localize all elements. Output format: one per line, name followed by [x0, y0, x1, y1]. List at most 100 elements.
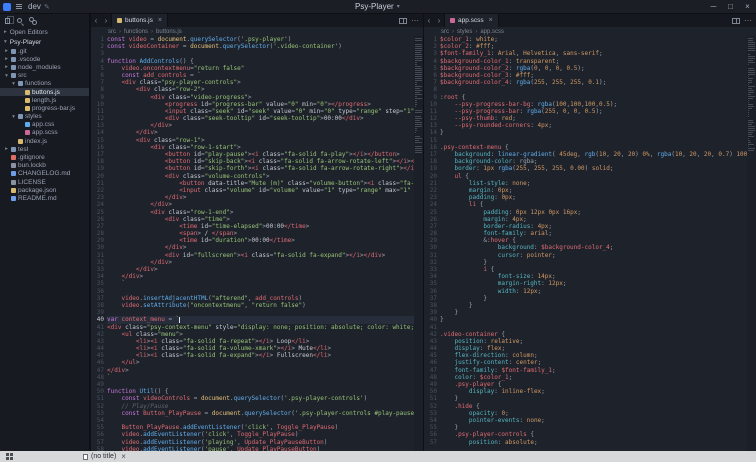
- folder-icon: [11, 64, 16, 70]
- search-icon[interactable]: [17, 18, 22, 23]
- tab-close-icon[interactable]: ×: [158, 17, 162, 24]
- document-icon: [83, 453, 88, 460]
- tree-file-index.js[interactable]: index.js: [0, 137, 89, 145]
- md-file-icon: [11, 171, 16, 177]
- tree-folder-styles[interactable]: ▾ styles: [0, 113, 89, 121]
- nav-back-icon[interactable]: ‹: [91, 14, 101, 27]
- chevron-right-icon: ▸: [5, 56, 8, 63]
- open-editors-header[interactable]: ▸ Open Editors: [0, 27, 89, 37]
- breadcrumb-item[interactable]: styles: [457, 29, 472, 35]
- more-actions-icon[interactable]: ⋯: [411, 16, 419, 25]
- tree-file-bun.lockb[interactable]: bun.lockb: [0, 162, 89, 170]
- tree-folder-node_modules[interactable]: ▸ node_modules: [0, 63, 89, 71]
- split-editor-icon[interactable]: [732, 17, 740, 24]
- folder-icon: [18, 114, 23, 120]
- files-icon[interactable]: [5, 15, 14, 24]
- nav-forward-icon[interactable]: ›: [434, 14, 444, 27]
- tree-folder-src[interactable]: ▾ src: [0, 72, 89, 80]
- panel-close-icon[interactable]: ×: [121, 452, 126, 461]
- breadcrumb-item[interactable]: src: [441, 29, 449, 35]
- js-file-icon: [25, 89, 30, 95]
- split-editor-icon[interactable]: [399, 17, 407, 24]
- tree-file-LICENSE[interactable]: LICENSE: [0, 178, 89, 186]
- source-control-icon[interactable]: [29, 16, 37, 25]
- tab-buttons-js[interactable]: buttons.js ×: [111, 14, 168, 27]
- breadcrumb[interactable]: src › styles › app.scss: [424, 27, 756, 36]
- code-editor-buttons-js[interactable]: const video = document.querySelector('.p…: [107, 36, 414, 451]
- tree-item-label: .vscode: [18, 55, 41, 63]
- tree-file-README.md[interactable]: README.md: [0, 194, 89, 202]
- js-file-icon: [25, 97, 30, 103]
- js-file-icon: [25, 105, 30, 111]
- project-root-label: Psy-Player: [9, 38, 42, 46]
- tree-item-label: length.js: [32, 96, 57, 104]
- tree-item-label: package.json: [18, 186, 57, 194]
- nav-forward-icon[interactable]: ›: [101, 14, 111, 27]
- tree-file-.gitignore[interactable]: .gitignore: [0, 153, 89, 161]
- minimap[interactable]: [414, 36, 423, 451]
- panel-tab-no-title[interactable]: (no title) ×: [83, 452, 126, 461]
- nav-back-icon[interactable]: ‹: [424, 14, 434, 27]
- breadcrumb-item[interactable]: buttons.js: [156, 29, 182, 35]
- tree-folder-test[interactable]: ▸ test: [0, 145, 89, 153]
- folder-icon: [11, 56, 16, 62]
- tree-file-package.json[interactable]: package.json: [0, 186, 89, 194]
- window-title[interactable]: Psy-Player ▾: [50, 2, 705, 11]
- menu-icon[interactable]: [16, 3, 22, 10]
- tree-file-app.scss[interactable]: app.scss: [0, 129, 89, 137]
- chevron-right-icon: ▸: [4, 29, 7, 35]
- chevron-down-icon: ▾: [5, 72, 8, 79]
- folder-icon: [11, 73, 16, 79]
- tree-file-CHANGELOG.md[interactable]: CHANGELOG.md: [0, 170, 89, 178]
- breadcrumb-item[interactable]: app.scss: [480, 29, 504, 35]
- code-editor-app-scss[interactable]: $color_1: white; $color_2: #fff; $font-fam…: [440, 36, 747, 451]
- project-label[interactable]: dev: [28, 2, 41, 11]
- tree-folder-.vscode[interactable]: ▸ .vscode: [0, 55, 89, 63]
- code-area-left: 1 2 3 4 5 6 7 8 9 10 11 12 13 14 15 16 17 18 19 20 21 22 23 24 2…: [91, 36, 423, 453]
- tree-item-label: LICENSE: [18, 178, 46, 186]
- breadcrumb-item[interactable]: src: [108, 29, 116, 35]
- tree-item-label: functions: [25, 80, 52, 88]
- chevron-down-icon: ▾: [4, 39, 7, 45]
- panel-tab-label: (no title): [91, 453, 117, 460]
- folder-icon: [18, 81, 23, 87]
- tree-item-label: progress-bar.js: [32, 104, 75, 112]
- maximize-button[interactable]: □: [722, 0, 739, 14]
- chevron-right-icon: ▸: [5, 146, 8, 153]
- tree-folder-functions[interactable]: ▾ functions: [0, 80, 89, 88]
- minimize-button[interactable]: ─: [705, 0, 722, 14]
- breadcrumb[interactable]: src › functions › buttons.js: [91, 27, 423, 36]
- tree-item-label: node_modules: [18, 63, 61, 71]
- project-root-header[interactable]: ▾ Psy-Player: [0, 37, 89, 47]
- breadcrumb-item[interactable]: functions: [124, 29, 148, 35]
- breadcrumb-separator: ›: [475, 28, 478, 35]
- minimap[interactable]: [747, 36, 756, 451]
- tree-file-length.js[interactable]: length.js: [0, 96, 89, 104]
- lock-file-icon: [11, 163, 16, 169]
- scss-file-icon: [25, 130, 30, 136]
- chevron-right-icon: ▸: [5, 64, 8, 71]
- tree-file-buttons.js[interactable]: buttons.js: [0, 87, 89, 97]
- chevron-down-icon: ▾: [12, 80, 15, 87]
- tree-item-label: app.css: [32, 121, 55, 129]
- panel-grid-icon[interactable]: [6, 453, 9, 456]
- tree-file-progress-bar.js[interactable]: progress-bar.js: [0, 104, 89, 112]
- tree-file-app.css[interactable]: app.css: [0, 121, 89, 129]
- tab-label: app.scss: [458, 17, 484, 24]
- more-actions-icon[interactable]: ⋯: [744, 16, 752, 25]
- tree-item-label: .git: [18, 47, 27, 55]
- tree-item-label: buttons.js: [32, 88, 60, 96]
- editor-group-right: ‹ › app.scss × ⋯ src › styles › app.scss 123…: [423, 14, 756, 451]
- chevron-down-icon: ▾: [396, 4, 400, 10]
- tab-close-icon[interactable]: ×: [489, 17, 493, 24]
- close-button[interactable]: ×: [739, 0, 756, 14]
- tree-folder-.git[interactable]: ▸ .git: [0, 47, 89, 55]
- tree-item-label: bun.lockb: [18, 162, 46, 170]
- editor-group-left: ‹ › buttons.js × ⋯ src › functions › buttons…: [90, 14, 423, 453]
- tree-item-label: app.scss: [32, 129, 58, 137]
- open-editors-label: Open Editors: [9, 28, 48, 36]
- js-file-icon: [117, 18, 122, 23]
- app-logo-icon: [3, 2, 11, 11]
- folder-icon: [11, 146, 16, 152]
- tab-app-scss[interactable]: app.scss ×: [444, 14, 499, 27]
